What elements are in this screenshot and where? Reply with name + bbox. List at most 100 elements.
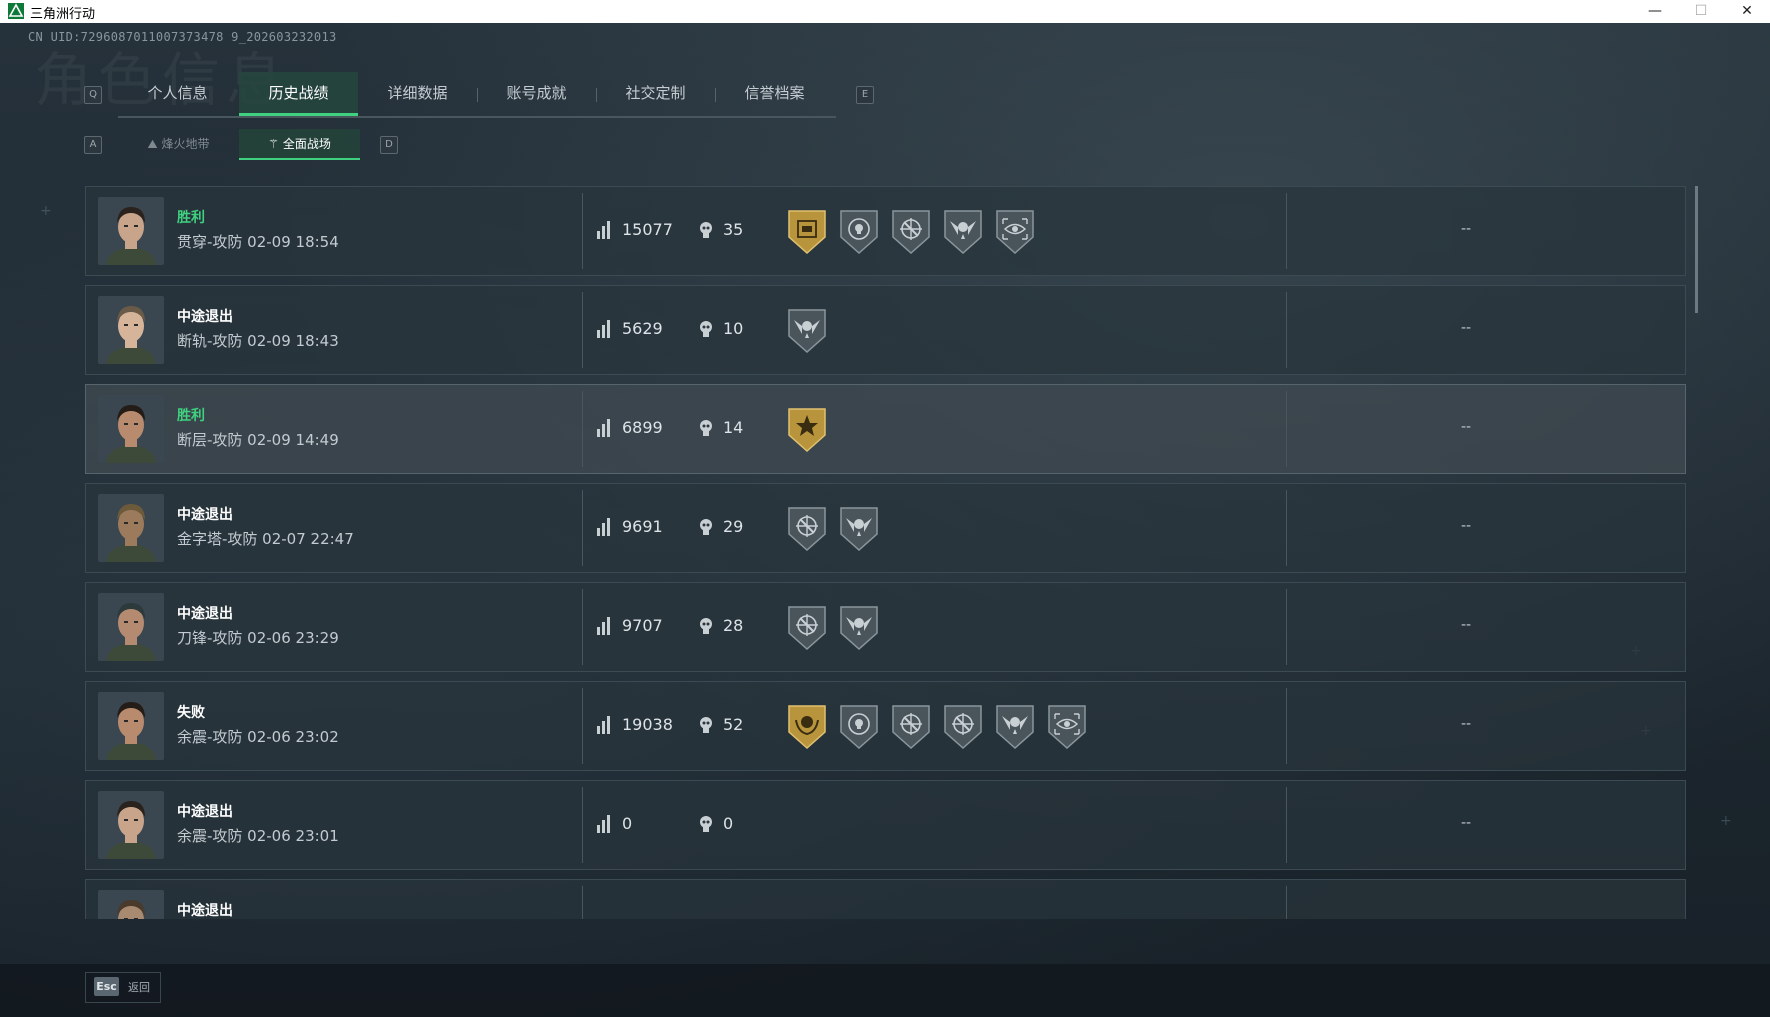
match-extra: -- — [1461, 221, 1472, 237]
subtab-label: 烽火地带 — [161, 137, 210, 151]
kills-icon — [698, 419, 714, 441]
window-title: 三角洲行动 — [30, 7, 96, 22]
match-result: 中途退出 — [177, 903, 233, 919]
match-kills: 52 — [723, 715, 744, 734]
tab-personal-info[interactable]: 个人信息 — [118, 72, 237, 116]
operator-avatar — [98, 197, 164, 265]
match-result: 中途退出 — [177, 804, 233, 820]
row-divider — [1286, 292, 1287, 368]
match-result: 失败 — [177, 705, 205, 721]
main-tabs: 个人信息 历史战绩 详细数据 账号成就 社交定制 信誉档案 — [118, 72, 836, 118]
kills-icon — [698, 518, 714, 540]
winged-skull-medal-icon — [786, 306, 828, 354]
match-row[interactable]: 中途退出 余震-攻防 02-06 23:01 0 0 -- — [85, 780, 1686, 870]
winged-skull-medal-icon — [838, 504, 880, 552]
kills-icon — [698, 716, 714, 738]
fire-zone-icon: ⛰ — [147, 137, 158, 151]
subtab-fire-zone[interactable]: ⛰ 烽火地带 — [118, 129, 239, 160]
row-divider — [1286, 787, 1287, 863]
score-icon — [597, 221, 613, 243]
match-row[interactable]: 中途退出 — [85, 879, 1686, 919]
match-result: 胜利 — [177, 210, 205, 226]
kills-icon — [698, 815, 714, 837]
tab-match-history[interactable]: 历史战绩 — [239, 72, 358, 116]
crosshair-medal-icon — [890, 207, 932, 255]
kills-icon — [698, 617, 714, 639]
match-row[interactable]: 中途退出金字塔-攻防 02-07 22:47 9691 29 -- — [85, 483, 1686, 573]
gold-box-medal-icon — [786, 207, 828, 255]
tab-detailed-data[interactable]: 详细数据 — [358, 72, 477, 116]
row-divider — [582, 193, 583, 269]
match-history-list: 胜利 贯穿-攻防 02-09 18:54 15077 35 -- 中途退出 断轨-攻防 02… — [85, 186, 1686, 919]
match-map-time: 金字塔-攻防 02-07 22:47 — [177, 530, 354, 548]
score-icon — [597, 518, 613, 540]
subtab-battlefield[interactable]: ⚚ 全面战场 — [239, 129, 360, 160]
match-result: 胜利 — [177, 408, 205, 424]
score-icon — [597, 617, 613, 639]
main-scene: 角色信息 CN UID:7296087011007373478 9_202603… — [0, 23, 1770, 1017]
winged-skull-medal-icon — [942, 207, 984, 255]
match-extra: -- — [1461, 419, 1472, 435]
match-map-time: 余震-攻防 02-06 23:02 — [177, 728, 339, 746]
match-result: 中途退出 — [177, 507, 233, 523]
match-map-time: 余震-攻防 02-06 23:01 — [177, 827, 339, 845]
match-kills: 29 — [723, 517, 744, 536]
back-label: 返回 — [128, 981, 150, 994]
winged-skull-medal-icon — [994, 702, 1036, 750]
match-kills: 14 — [723, 418, 744, 437]
row-divider — [582, 490, 583, 566]
footer-bar — [0, 964, 1770, 1017]
maximize-button[interactable]: ☐ — [1678, 0, 1724, 23]
key-hint-d: D — [380, 136, 398, 154]
row-divider — [582, 787, 583, 863]
key-hint-q: Q — [84, 86, 102, 104]
close-button[interactable]: ✕ — [1724, 0, 1770, 23]
match-map-time: 刀锋-攻防 02-06 23:29 — [177, 629, 339, 647]
crosshair-medal-icon — [942, 702, 984, 750]
match-score: 9691 — [622, 517, 663, 536]
row-divider — [1286, 490, 1287, 566]
match-row[interactable]: 中途退出 断轨-攻防 02-09 18:43 5629 10 -- — [85, 285, 1686, 375]
match-score: 9707 — [622, 616, 663, 635]
operator-avatar — [98, 890, 164, 919]
match-row[interactable]: 失败余震-攻防 02-06 23:02 19038 52 -- — [85, 681, 1686, 771]
minimize-button[interactable]: — — [1632, 0, 1678, 23]
operator-avatar — [98, 296, 164, 364]
row-divider — [582, 391, 583, 467]
match-kills: 28 — [723, 616, 744, 635]
player-uid: CN UID:7296087011007373478 9_20260323201… — [28, 30, 337, 44]
row-divider — [1286, 391, 1287, 467]
battlefield-icon: ⚚ — [268, 137, 279, 151]
crosshair-medal-icon — [890, 702, 932, 750]
tab-reputation[interactable]: 信誉档案 — [715, 72, 834, 116]
match-result: 中途退出 — [177, 606, 233, 622]
match-score: 19038 — [622, 715, 673, 734]
match-map-time: 断层-攻防 02-09 14:49 — [177, 431, 339, 449]
match-kills: 35 — [723, 220, 744, 239]
crosshair-medal-icon — [786, 504, 828, 552]
tab-social-custom[interactable]: 社交定制 — [596, 72, 715, 116]
row-divider — [582, 886, 583, 919]
match-row[interactable]: 中途退出 刀锋-攻防 02-06 23:29 9707 28 -- — [85, 582, 1686, 672]
operator-avatar — [98, 593, 164, 661]
skull-target-medal-icon — [838, 702, 880, 750]
match-extra: -- — [1461, 518, 1472, 534]
row-divider — [1286, 193, 1287, 269]
match-row[interactable]: 胜利 断层-攻防 02-09 14:49 6899 14 -- — [85, 384, 1686, 474]
score-icon — [597, 815, 613, 837]
operator-avatar — [98, 395, 164, 463]
score-icon — [597, 320, 613, 342]
row-divider — [582, 292, 583, 368]
operator-avatar — [98, 791, 164, 859]
kills-icon — [698, 320, 714, 342]
list-scrollbar[interactable] — [1695, 186, 1698, 313]
match-extra: -- — [1461, 716, 1472, 732]
tab-achievements[interactable]: 账号成就 — [477, 72, 596, 116]
match-row[interactable]: 胜利 贯穿-攻防 02-09 18:54 15077 35 -- — [85, 186, 1686, 276]
key-hint-e: E — [856, 86, 874, 104]
match-map-time: 断轨-攻防 02-09 18:43 — [177, 332, 339, 350]
match-map-time: 贯穿-攻防 02-09 18:54 — [177, 233, 339, 251]
row-divider — [1286, 886, 1287, 919]
row-divider — [582, 589, 583, 665]
score-icon — [597, 716, 613, 738]
